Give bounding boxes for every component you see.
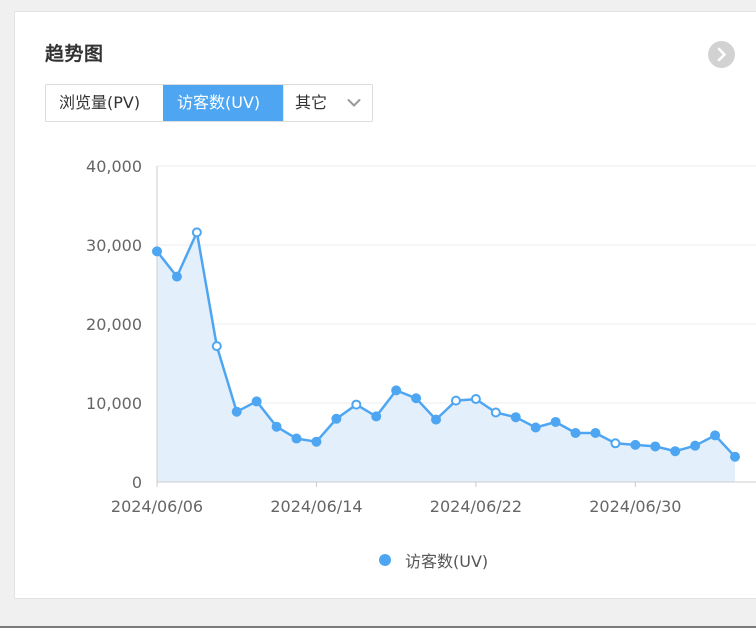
legend-marker [379, 554, 391, 566]
data-point [231, 406, 242, 417]
trend-chart: 0 10,000 20,000 30,000 40,000 2024/06/06 2024/… [86, 157, 756, 516]
data-point [191, 227, 202, 238]
data-point [630, 439, 641, 450]
y-tick-label: 20,000 [86, 315, 142, 334]
data-point [510, 412, 521, 423]
data-point [530, 422, 541, 433]
series-area [157, 232, 735, 482]
chart-legend[interactable]: 访客数(UV) [379, 548, 488, 572]
y-tick-label: 0 [132, 473, 142, 492]
data-point [171, 271, 182, 282]
data-point [690, 440, 701, 451]
data-point [391, 385, 402, 396]
data-point [351, 399, 362, 410]
x-tick-label: 2024/06/06 [111, 497, 203, 516]
data-point [450, 395, 461, 406]
data-point [431, 414, 442, 425]
data-point [211, 341, 222, 352]
x-tick-label: 2024/06/22 [430, 497, 522, 516]
legend-label: 访客数(UV) [405, 552, 489, 571]
data-point [650, 441, 661, 452]
data-point [371, 411, 382, 422]
data-point [331, 413, 342, 424]
data-point [490, 407, 501, 418]
data-point [670, 446, 681, 457]
data-point [470, 394, 481, 405]
y-tick-label: 10,000 [86, 394, 142, 413]
data-point [311, 436, 322, 447]
data-point [610, 438, 621, 449]
data-point [570, 428, 581, 439]
data-point [710, 430, 721, 441]
data-point [730, 451, 740, 462]
data-point [291, 433, 302, 444]
y-tick-label: 30,000 [86, 236, 142, 255]
data-point [550, 416, 561, 427]
data-point [590, 428, 601, 439]
x-tick-label: 2024/06/30 [589, 497, 681, 516]
y-tick-label: 40,000 [86, 157, 142, 176]
x-tick-label: 2024/06/14 [270, 497, 362, 516]
data-point [251, 396, 262, 407]
data-point [271, 421, 282, 432]
data-point [152, 246, 162, 257]
data-point [411, 393, 422, 404]
trend-panel: 趋势图 浏览量(PV) 访客数(UV) 其它 0 10,000 20,000 30,0… [14, 11, 756, 599]
